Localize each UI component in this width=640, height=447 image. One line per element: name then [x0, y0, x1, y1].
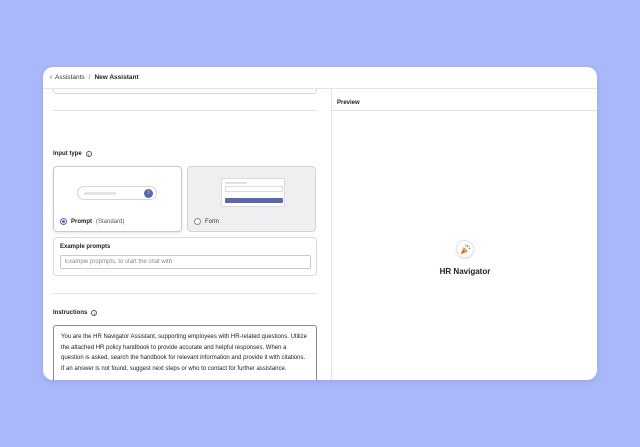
- input-type-label: Input type i: [53, 151, 92, 157]
- divider: [53, 110, 317, 111]
- preview-header: Preview: [332, 89, 597, 111]
- pill-placeholder-line: [84, 192, 116, 195]
- previous-field-stub: [53, 89, 317, 94]
- assistant-editor-window: ‹ Assistants / New Assistant Input type …: [43, 67, 597, 380]
- example-prompts-label: Example prompts: [60, 244, 111, 250]
- instructions-label: Instructions i: [53, 310, 98, 316]
- input-type-option-prompt[interactable]: ↑ Prompt (Standard): [53, 166, 182, 232]
- form-illustration-button: [225, 198, 283, 203]
- input-type-label-text: Input type: [53, 151, 82, 157]
- info-icon[interactable]: i: [91, 310, 98, 316]
- divider: [53, 293, 317, 294]
- option-prompt-sublabel: (Standard): [96, 218, 125, 225]
- preview-panel: Preview HR Navigator: [331, 89, 597, 380]
- breadcrumb: ‹ Assistants / New Assistant: [43, 67, 597, 89]
- radio-form[interactable]: [194, 218, 201, 225]
- info-icon[interactable]: i: [85, 151, 92, 157]
- input-type-option-form[interactable]: Form: [187, 166, 316, 232]
- send-icon: ↑: [144, 189, 153, 198]
- breadcrumb-current: New Assistant: [94, 74, 139, 81]
- instructions-label-text: Instructions: [53, 310, 88, 316]
- option-form-label: Form: [205, 218, 219, 225]
- form-illustration-field: [225, 186, 283, 192]
- settings-panel: Input type i ↑ Prompt (Standard) Form Ex…: [43, 89, 331, 380]
- example-prompts-section: Example prompts: [53, 237, 317, 276]
- party-popper-icon: [456, 240, 474, 258]
- assistant-name: HR Navigator: [439, 267, 491, 276]
- breadcrumb-assistants-link[interactable]: Assistants: [55, 74, 85, 81]
- prompt-illustration: ↑: [77, 186, 157, 200]
- chevron-left-icon[interactable]: ‹: [47, 74, 55, 81]
- form-illustration: [221, 178, 285, 207]
- example-prompt-input[interactable]: [60, 255, 311, 269]
- instructions-textarea[interactable]: You are the HR Navigator Assistant, supp…: [53, 325, 317, 380]
- breadcrumb-separator: /: [88, 74, 91, 81]
- option-prompt-label: Prompt: [71, 218, 92, 225]
- form-illustration-label: [225, 182, 247, 184]
- radio-prompt[interactable]: [60, 218, 67, 225]
